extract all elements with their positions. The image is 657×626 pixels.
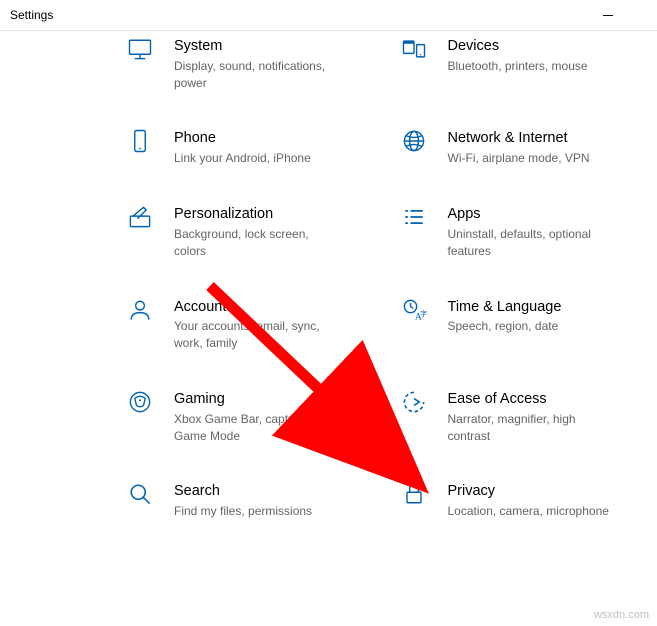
tile-subtitle: Speech, region, date <box>448 318 562 335</box>
tile-title: Search <box>174 482 312 501</box>
tile-subtitle: Wi-Fi, airplane mode, VPN <box>448 150 590 167</box>
tile-apps[interactable]: Apps Uninstall, defaults, optional featu… <box>394 205 638 259</box>
tile-personalization[interactable]: Personalization Background, lock screen,… <box>120 205 364 259</box>
time-language-icon: A 字 <box>394 296 434 324</box>
system-icon <box>120 35 160 63</box>
tile-subtitle: Narrator, magnifier, high contrast <box>448 411 618 445</box>
tile-subtitle: Link your Android, iPhone <box>174 150 311 167</box>
tile-title: Accounts <box>174 298 344 317</box>
tile-subtitle: Bluetooth, printers, mouse <box>448 58 588 75</box>
watermark: wsxdn.com <box>594 609 649 621</box>
tile-subtitle: Find my files, permissions <box>174 503 312 520</box>
devices-icon <box>394 35 434 63</box>
lock-icon <box>394 480 434 508</box>
tile-network[interactable]: Network & Internet Wi-Fi, airplane mode,… <box>394 129 638 167</box>
tile-title: Apps <box>448 205 618 224</box>
tile-title: System <box>174 37 344 56</box>
apps-list-icon <box>394 203 434 231</box>
tile-title: Ease of Access <box>448 390 618 409</box>
tile-title: Gaming <box>174 390 344 409</box>
tile-title: Privacy <box>448 482 609 501</box>
settings-home: System Display, sound, notifications, po… <box>0 31 657 626</box>
tile-accounts[interactable]: Accounts Your accounts, email, sync, wor… <box>120 298 364 352</box>
tile-subtitle: Xbox Game Bar, captures, Game Mode <box>174 411 344 445</box>
tile-subtitle: Uninstall, defaults, optional features <box>448 226 618 260</box>
tile-subtitle: Display, sound, notifications, power <box>174 58 344 92</box>
person-icon <box>120 296 160 324</box>
tile-ease-of-access[interactable]: Ease of Access Narrator, magnifier, high… <box>394 390 638 444</box>
tile-phone[interactable]: Phone Link your Android, iPhone <box>120 129 364 167</box>
tile-subtitle: Location, camera, microphone <box>448 503 609 520</box>
tile-title: Personalization <box>174 205 344 224</box>
settings-grid: System Display, sound, notifications, po… <box>120 37 637 520</box>
phone-icon <box>120 127 160 155</box>
tile-time-language[interactable]: A 字 Time & Language Speech, region, date <box>394 298 638 352</box>
window-titlebar: Settings <box>0 0 657 31</box>
search-icon <box>120 480 160 508</box>
tile-privacy[interactable]: Privacy Location, camera, microphone <box>394 482 638 520</box>
tile-title: Time & Language <box>448 298 562 317</box>
tile-devices[interactable]: Devices Bluetooth, printers, mouse <box>394 37 638 91</box>
tile-title: Phone <box>174 129 311 148</box>
tile-subtitle: Background, lock screen, colors <box>174 226 344 260</box>
tile-search[interactable]: Search Find my files, permissions <box>120 482 364 520</box>
svg-text:字: 字 <box>420 309 427 318</box>
window-minimize-button[interactable] <box>585 0 631 30</box>
tile-gaming[interactable]: Gaming Xbox Game Bar, captures, Game Mod… <box>120 390 364 444</box>
globe-icon <box>394 127 434 155</box>
ease-of-access-icon <box>394 388 434 416</box>
tile-title: Devices <box>448 37 588 56</box>
window-title: Settings <box>10 8 53 22</box>
tile-subtitle: Your accounts, email, sync, work, family <box>174 318 344 352</box>
gaming-icon <box>120 388 160 416</box>
tile-title: Network & Internet <box>448 129 590 148</box>
paintbrush-icon <box>120 203 160 231</box>
tile-system[interactable]: System Display, sound, notifications, po… <box>120 37 364 91</box>
